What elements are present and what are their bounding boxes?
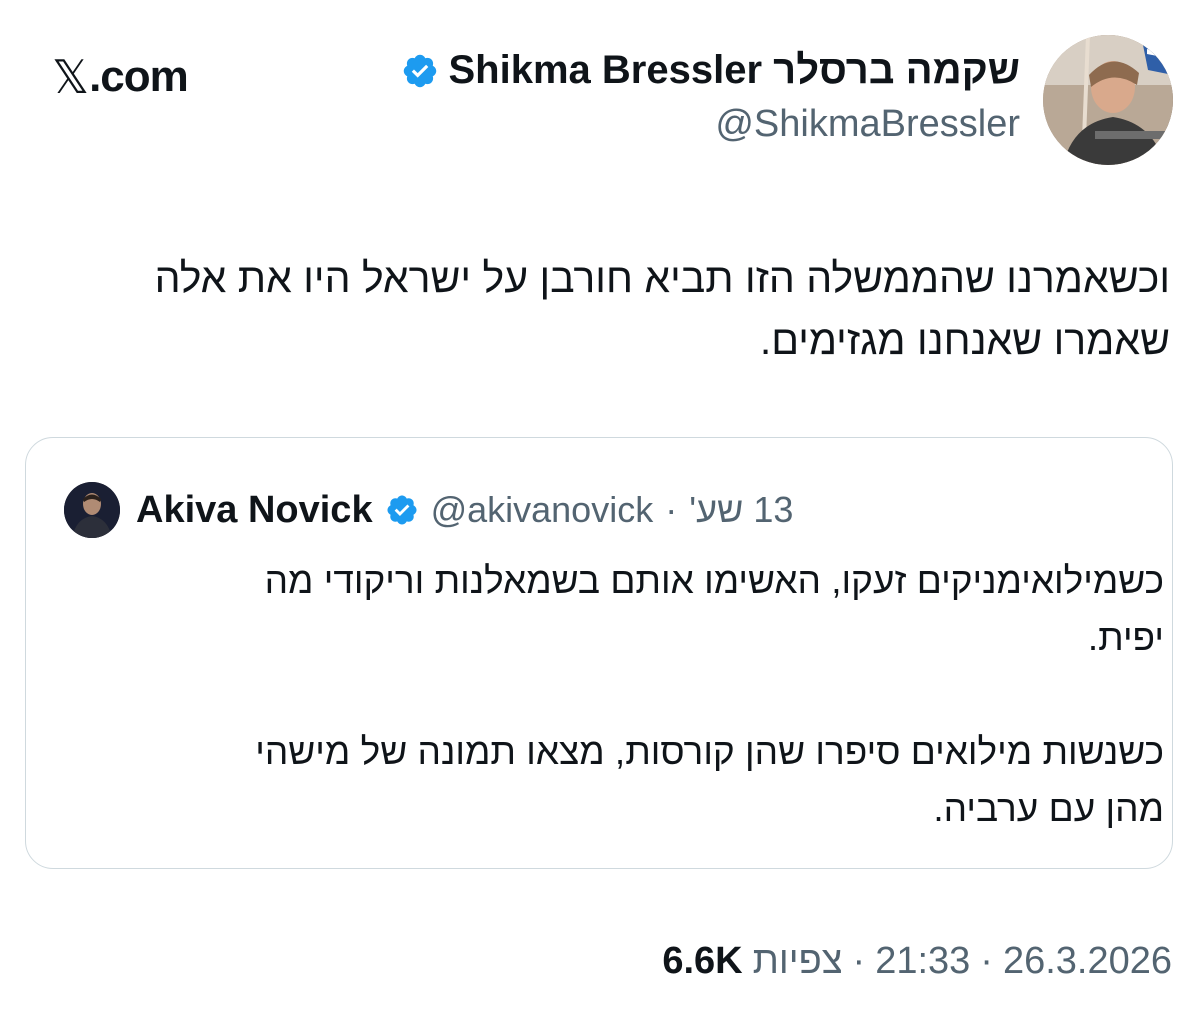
verified-badge-icon: [403, 54, 436, 87]
quoted-tweet-line: כשמילואימניקים זעקו, האשימו אותם בשמאלנו…: [264, 560, 1164, 601]
verified-badge-icon: [387, 495, 417, 525]
meta-separator: ·: [980, 940, 993, 982]
x-logo-icon: 𝕏: [52, 51, 89, 103]
author-name[interactable]: Shikma Bressler שקמה ברסלר: [449, 48, 1021, 93]
quoted-tweet-text: כשמילואימניקים זעקו, האשימו אותם בשמאלנו…: [94, 552, 1164, 837]
views-count: 6.6K: [662, 940, 743, 982]
site-logo[interactable]: 𝕏 .com: [52, 50, 189, 104]
quoted-tweet-time[interactable]: 13 שע': [689, 489, 793, 531]
author-avatar-image: [1043, 35, 1173, 165]
tweet-time[interactable]: 21:33: [875, 940, 970, 983]
tweet-date[interactable]: 26.3.2026: [1003, 940, 1172, 983]
author-handle[interactable]: @ShikmaBressler: [401, 103, 1020, 146]
quoted-tweet-line: מהן עם ערביה.: [933, 788, 1164, 829]
quoted-tweet-line: כשנשות מילואים סיפרו שהן קורסות, מצאו תמ…: [255, 731, 1164, 772]
author-avatar[interactable]: [1043, 35, 1173, 165]
quoted-tweet-paragraph: כשמילואימניקים זעקו, האשימו אותם בשמאלנו…: [94, 552, 1164, 666]
quoted-tweet-header: Akiva Novick @akivanovick · 13 שע': [64, 480, 793, 540]
meta-separator: ·: [665, 489, 678, 530]
site-domain: .com: [89, 52, 189, 101]
tweet-text-line: וכשאמרנו שהממשלה הזו תביא חורבן על ישראל…: [154, 255, 1170, 301]
tweet-footer: 6.6K צפיות · 21:33 · 26.3.2026: [662, 940, 1172, 983]
quoted-author-handle[interactable]: @akivanovick: [431, 489, 654, 531]
quoted-tweet-paragraph: כשנשות מילואים סיפרו שהן קורסות, מצאו תמ…: [94, 723, 1164, 837]
author-block: Shikma Bressler שקמה ברסלר @ShikmaBressl…: [401, 48, 1021, 146]
tweet-text-line: שאמרו שאנחנו מגזימים.: [759, 317, 1170, 363]
quoted-tweet-line: יפית.: [1087, 617, 1164, 658]
quoted-author-avatar-image: [64, 482, 120, 538]
quoted-author-avatar[interactable]: [64, 482, 120, 538]
tweet-text: וכשאמרנו שהממשלה הזו תביא חורבן על ישראל…: [30, 247, 1170, 371]
quoted-author-name[interactable]: Akiva Novick: [136, 489, 373, 532]
views-label: צפיות: [752, 940, 843, 982]
tweet-screenshot: 𝕏 .com Shikma Bressler שקמה ברסלר @Shikma…: [0, 0, 1200, 1012]
meta-separator: ·: [852, 940, 866, 982]
